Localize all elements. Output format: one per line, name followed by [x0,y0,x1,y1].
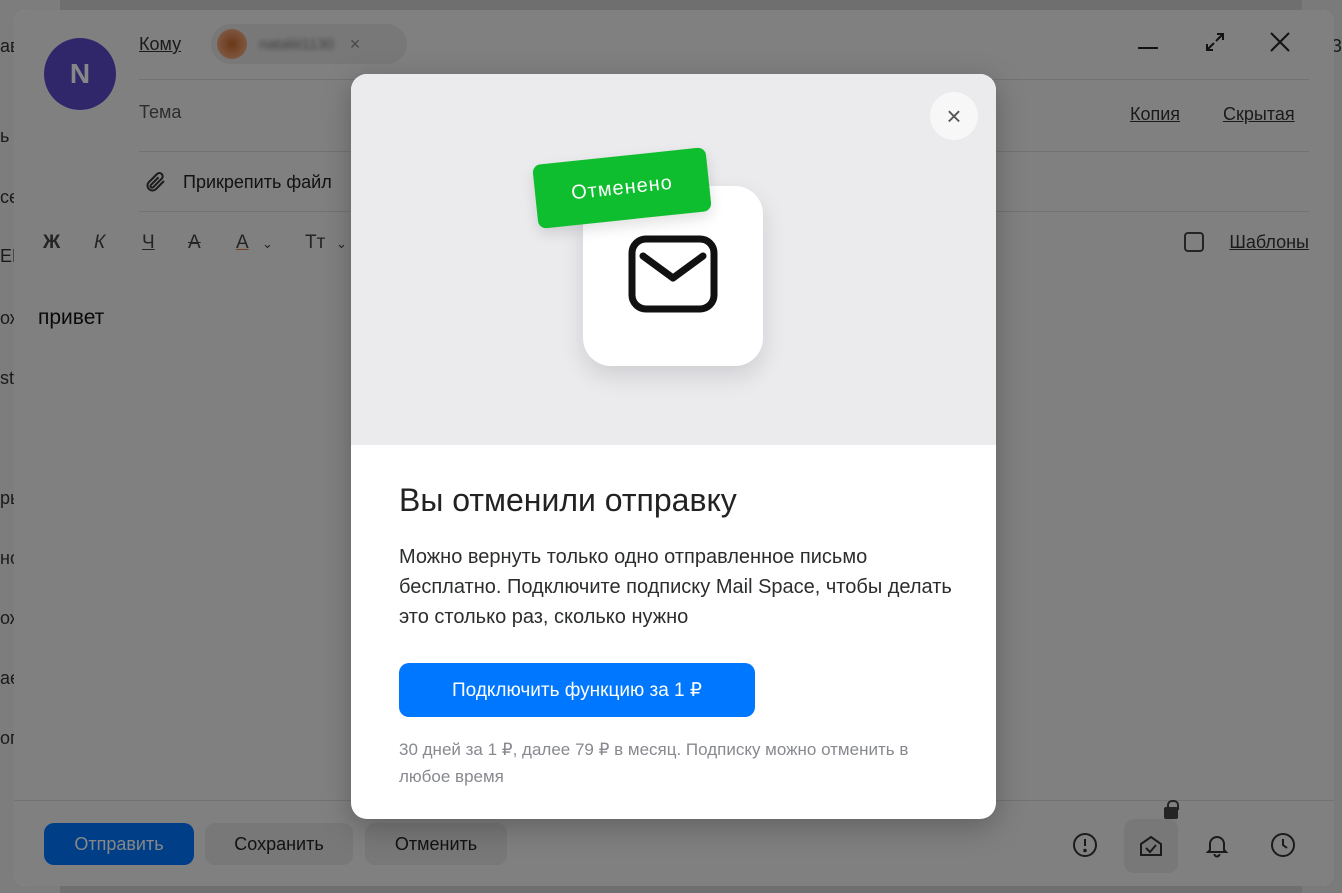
recipient-name: nataliii1130 [259,35,334,53]
dialog-title: Вы отменили отправку [399,482,737,518]
to-label[interactable]: Кому [139,34,181,55]
receipt-notification-icon[interactable] [1124,819,1178,873]
bg-fragment: st [0,368,15,388]
italic-button[interactable]: К [94,232,105,254]
chevron-down-icon[interactable]: ⌄ [262,236,273,252]
paperclip-icon[interactable] [144,170,168,200]
bcc-link[interactable]: Скрытая [1223,104,1295,125]
save-button[interactable]: Сохранить [205,823,353,865]
dialog-description: Можно вернуть только одно отправленное п… [399,546,952,628]
expand-icon[interactable] [1197,24,1233,60]
clock-icon[interactable] [1269,831,1297,859]
bell-icon[interactable] [1203,831,1231,859]
bg-fragment: ь [0,126,10,146]
text-color-button[interactable]: А [236,232,249,254]
cc-link[interactable]: Копия [1130,104,1180,125]
subscription-note: 30 дней за 1 ₽, далее 79 ₽ в месяц. Подп… [399,740,909,786]
dialog-illustration: Отменено × [351,74,996,445]
sender-avatar: N [44,38,116,110]
templates-link[interactable]: Шаблоны [1229,232,1309,253]
strikethrough-button[interactable]: А [188,232,201,254]
priority-icon[interactable] [1071,831,1099,859]
attach-file-button[interactable]: Прикрепить файл [183,172,332,193]
remove-recipient-icon[interactable]: × [350,34,361,55]
underline-button[interactable]: Ч [142,232,155,254]
close-window-icon[interactable] [1262,24,1298,60]
send-button[interactable]: Отправить [44,823,194,865]
chevron-down-icon[interactable]: ⌄ [336,236,347,252]
cancel-button[interactable]: Отменить [365,823,507,865]
enable-feature-button[interactable]: Подключить функцию за 1 ₽ [399,663,755,717]
recipient-chip[interactable]: nataliii1130 × [211,24,407,64]
bold-button[interactable]: Ж [43,232,60,254]
close-icon[interactable]: × [930,92,978,140]
cancel-send-dialog: Отменено × Вы отменили отправку Можно ве… [351,74,996,819]
template-icon[interactable] [1184,232,1204,252]
lock-icon [1164,800,1179,819]
minimize-icon[interactable] [1130,24,1166,60]
subject-field[interactable]: Тема [139,102,181,123]
envelope-icon [627,234,719,319]
font-size-button[interactable]: Тт [305,232,325,254]
recipient-avatar [217,29,247,59]
message-body[interactable]: привет [38,306,104,330]
